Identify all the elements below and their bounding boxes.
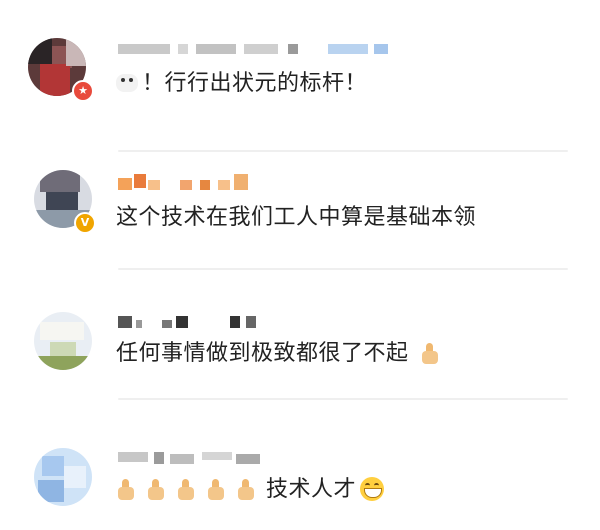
comment-text: 技术人才 xyxy=(116,476,385,504)
thumbs-up-icon xyxy=(206,478,226,500)
avatar[interactable] xyxy=(34,448,92,506)
comment-item: ★ ！行行出状元的标杆！ xyxy=(0,0,600,120)
comment-item: 任何事情做到极致都很了不起 xyxy=(0,268,600,398)
verified-badge: ★ xyxy=(72,80,94,102)
username-redacted xyxy=(118,452,278,466)
comment-item: 技术人才 xyxy=(0,398,600,530)
thumbs-up-icon xyxy=(420,342,440,364)
thumbs-up-icon xyxy=(176,478,196,500)
username-redacted xyxy=(118,174,258,190)
comment-item: V 这个技术在我们工人中算是基础本领 xyxy=(0,150,600,270)
thumbs-up-icon xyxy=(146,478,166,500)
comment-text: 这个技术在我们工人中算是基础本领 xyxy=(116,205,477,230)
username-redacted xyxy=(118,44,388,58)
thumbs-up-icon xyxy=(116,478,136,500)
grinning-face-icon xyxy=(360,477,385,501)
username-redacted xyxy=(118,316,278,330)
comment-text: 任何事情做到极致都很了不起 xyxy=(116,340,450,368)
comment-text: ！行行出状元的标杆！ xyxy=(116,70,367,98)
thumbs-up-icon xyxy=(236,478,256,500)
verified-badge: V xyxy=(74,212,96,234)
avatar[interactable] xyxy=(34,312,92,370)
cow-face-icon xyxy=(116,74,138,92)
